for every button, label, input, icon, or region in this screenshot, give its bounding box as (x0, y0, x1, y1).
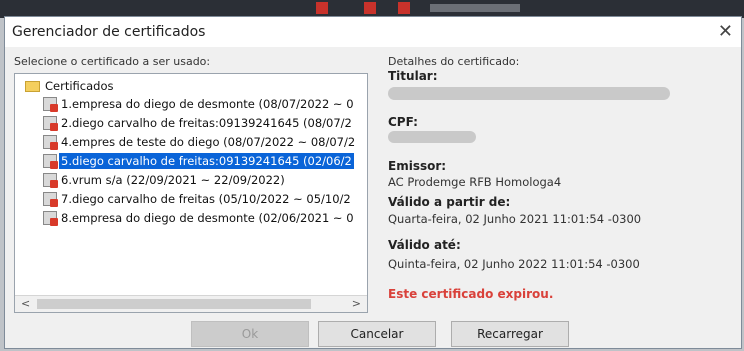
tree-root[interactable]: Certificados (25, 79, 113, 93)
folder-icon (25, 81, 40, 92)
valid-until-label: Válido até: (388, 238, 461, 252)
certificate-item-label: 7.diego carvalho de freitas (05/10/2022 … (61, 192, 351, 206)
scrollbar-thumb[interactable] (37, 299, 311, 309)
certificate-tree[interactable]: Certificados 1.empresa do diego de desmo… (14, 73, 368, 313)
background-text (430, 4, 520, 12)
certificate-item-selected[interactable]: 5.diego carvalho de freitas:09139241645 … (43, 153, 354, 172)
certificate-item-label: 8.empresa do diego de desmonte (02/06/20… (61, 211, 354, 225)
ok-button[interactable]: Ok (191, 321, 309, 347)
valid-until-value: Quinta-feira, 02 Junho 2022 11:01:54 -03… (388, 257, 640, 271)
reload-button[interactable]: Recarregar (451, 321, 569, 347)
certificate-icon (43, 135, 58, 150)
certificate-item-label: 5.diego carvalho de freitas:09139241645 … (59, 153, 354, 169)
tree-root-label: Certificados (45, 79, 114, 93)
certificate-item-label: 6.vrum s/a (22/09/2021 ~ 22/09/2022) (61, 173, 285, 187)
redacted-cpf (388, 131, 476, 143)
window-title: Gerenciador de certificados (12, 24, 206, 40)
certificate-icon (43, 192, 58, 207)
valid-from-label: Válido a partir de: (388, 195, 511, 209)
emissor-value: AC Prodemge RFB Homologa4 (388, 175, 562, 189)
details-label: Detalhes do certificado: (388, 55, 520, 68)
valid-from-value: Quarta-feira, 02 Junho 2021 11:01:54 -03… (388, 212, 642, 226)
certificate-item[interactable]: 4.empres de teste do diego (08/07/2022 ~… (43, 135, 357, 153)
horizontal-scrollbar[interactable]: < > (15, 295, 367, 312)
expired-status: Este certificado expirou. (388, 287, 554, 301)
certificate-icon (43, 173, 58, 188)
redacted-titular (388, 87, 670, 100)
title-bar: Gerenciador de certificados ✕ (5, 17, 741, 47)
background-app-icon (316, 2, 328, 14)
scroll-right-icon[interactable]: > (352, 297, 361, 310)
emissor-label: Emissor: (388, 159, 447, 173)
select-certificate-label: Selecione o certificado a ser usado: (14, 55, 211, 68)
certificate-item[interactable]: 6.vrum s/a (22/09/2021 ~ 22/09/2022) (43, 173, 287, 191)
certificate-item-label: 1.empresa do diego de desmonte (08/07/20… (61, 97, 354, 111)
certificate-item[interactable]: 1.empresa do diego de desmonte (08/07/20… (43, 97, 356, 115)
certificate-item-label: 2.diego carvalho de freitas:09139241645 … (61, 116, 352, 130)
certificate-icon (43, 97, 58, 112)
scroll-left-icon[interactable]: < (21, 297, 30, 310)
titular-label: Titular: (388, 69, 438, 83)
background-app-icon (364, 2, 376, 14)
cancel-button[interactable]: Cancelar (318, 321, 436, 347)
certificate-item[interactable]: 7.diego carvalho de freitas (05/10/2022 … (43, 192, 353, 210)
certificate-icon (43, 211, 58, 226)
close-icon[interactable]: ✕ (718, 21, 733, 42)
certificate-item-label: 4.empres de teste do diego (08/07/2022 ~… (61, 135, 356, 149)
certificate-manager-dialog: Gerenciador de certificados ✕ Selecione … (4, 16, 742, 349)
background-app-icon (398, 2, 410, 14)
cpf-label: CPF: (388, 115, 418, 129)
certificate-icon (43, 116, 58, 131)
certificate-item[interactable]: 2.diego carvalho de freitas:09139241645 … (43, 116, 354, 134)
certificate-item[interactable]: 8.empresa do diego de desmonte (02/06/20… (43, 211, 356, 229)
certificate-icon (43, 154, 58, 169)
